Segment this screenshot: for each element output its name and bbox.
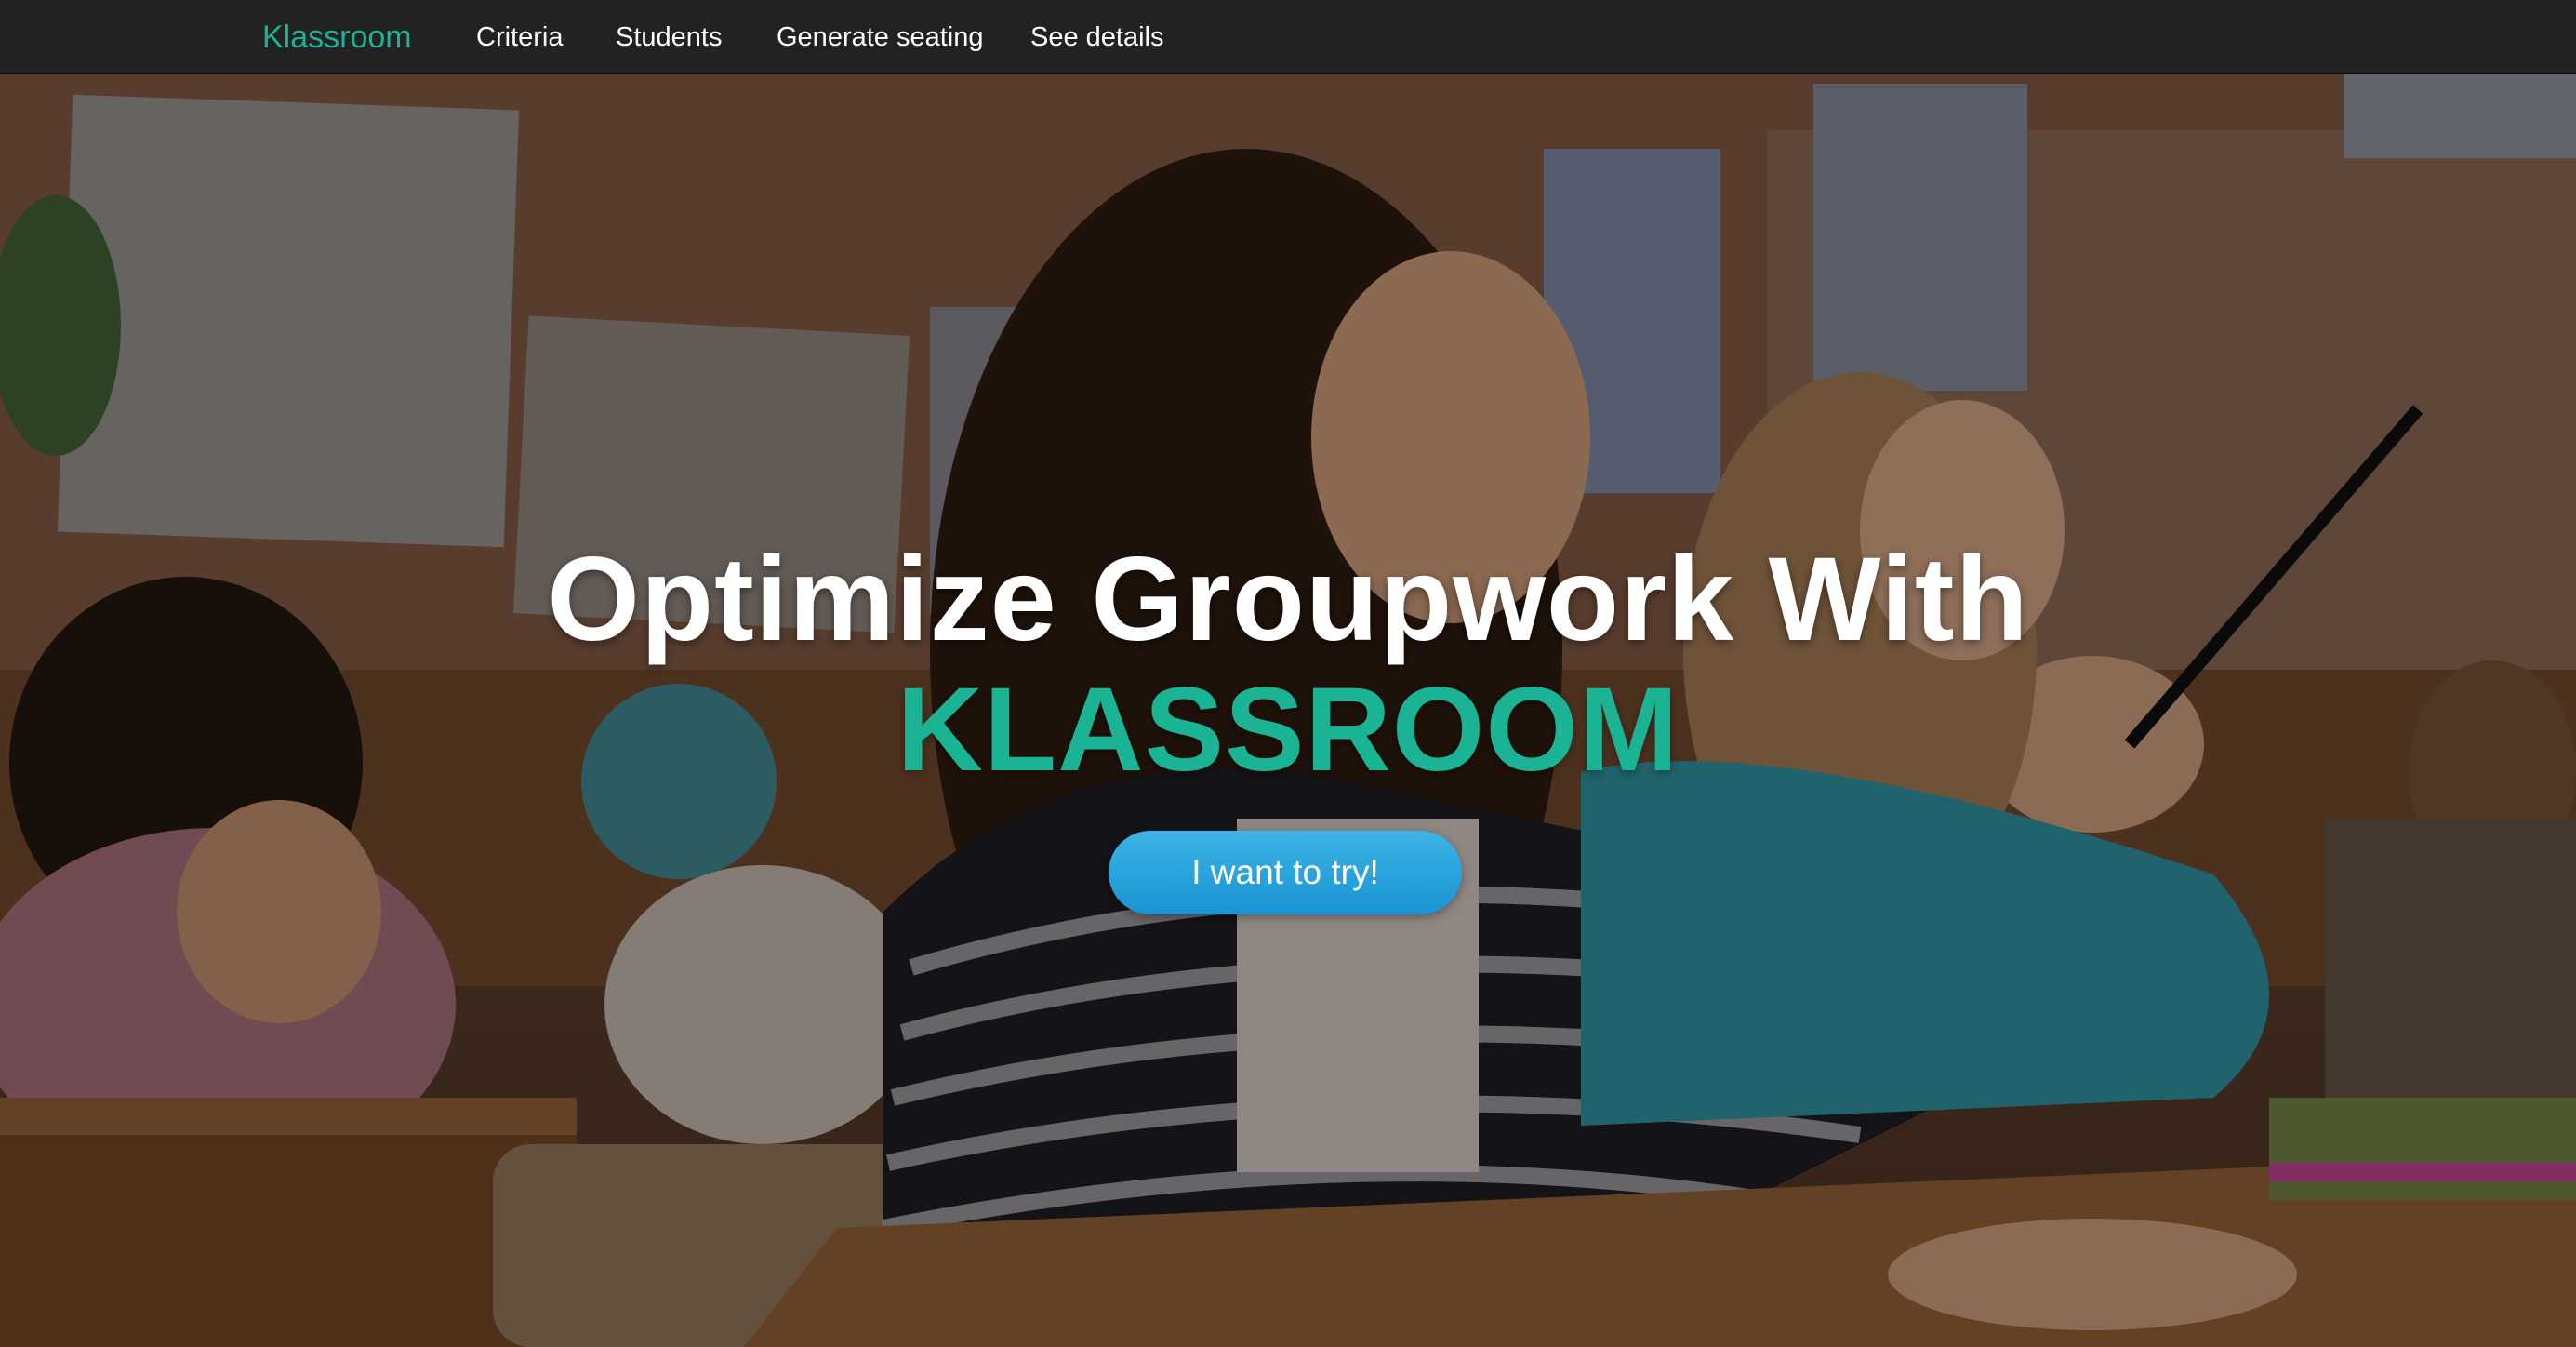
- brand-link[interactable]: Klassroom: [262, 9, 412, 65]
- nav-see-details[interactable]: See details: [1030, 9, 1164, 65]
- hero-content: Optimize Groupwork With KLASSROOM I want…: [0, 74, 2576, 1347]
- top-navbar: Klassroom Criteria Students Generate sea…: [0, 0, 2576, 74]
- hero-section: Optimize Groupwork With KLASSROOM I want…: [0, 74, 2576, 1347]
- try-it-button[interactable]: I want to try!: [1109, 831, 1462, 914]
- nav-students[interactable]: Students: [616, 9, 722, 65]
- nav-criteria[interactable]: Criteria: [476, 9, 563, 65]
- nav-generate-seating[interactable]: Generate seating: [777, 9, 983, 65]
- hero-title: Optimize Groupwork With: [547, 533, 2029, 666]
- hero-brand-name: KLASSROOM: [896, 663, 1680, 796]
